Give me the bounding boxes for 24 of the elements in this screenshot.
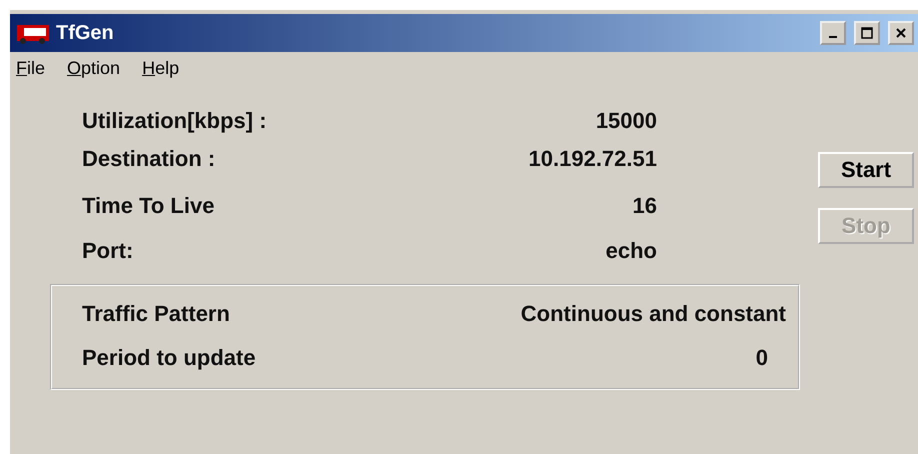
setting-label: Destination : [82,146,216,172]
close-button[interactable] [888,21,914,45]
setting-value: echo [604,238,657,264]
menu-item[interactable]: Help [142,58,180,82]
menu-item[interactable]: File [16,58,46,82]
window-title: TfGen [56,22,115,44]
app-icon [16,22,50,44]
setting-value: Continuous and constant [520,301,786,327]
maximize-button[interactable] [854,21,880,45]
setting-value: 16 [632,193,657,219]
setting-label: Traffic Pattern [82,301,230,327]
minimize-icon [829,36,837,38]
setting-label: Utilization[kbps] : [82,108,268,134]
setting-value: 10.192.72.51 [528,146,657,172]
menu-item[interactable]: Option [67,58,120,82]
close-icon [895,27,907,39]
setting-label: Port: [82,238,134,264]
setting-label: Time To Live [82,193,216,219]
start-button[interactable]: Start [818,152,914,188]
setting-value: 15000 [594,108,657,134]
setting-label: Period to update [82,345,256,371]
maximize-icon [861,27,873,39]
setting-value: 0 [756,345,768,371]
minimize-button[interactable] [820,21,846,45]
